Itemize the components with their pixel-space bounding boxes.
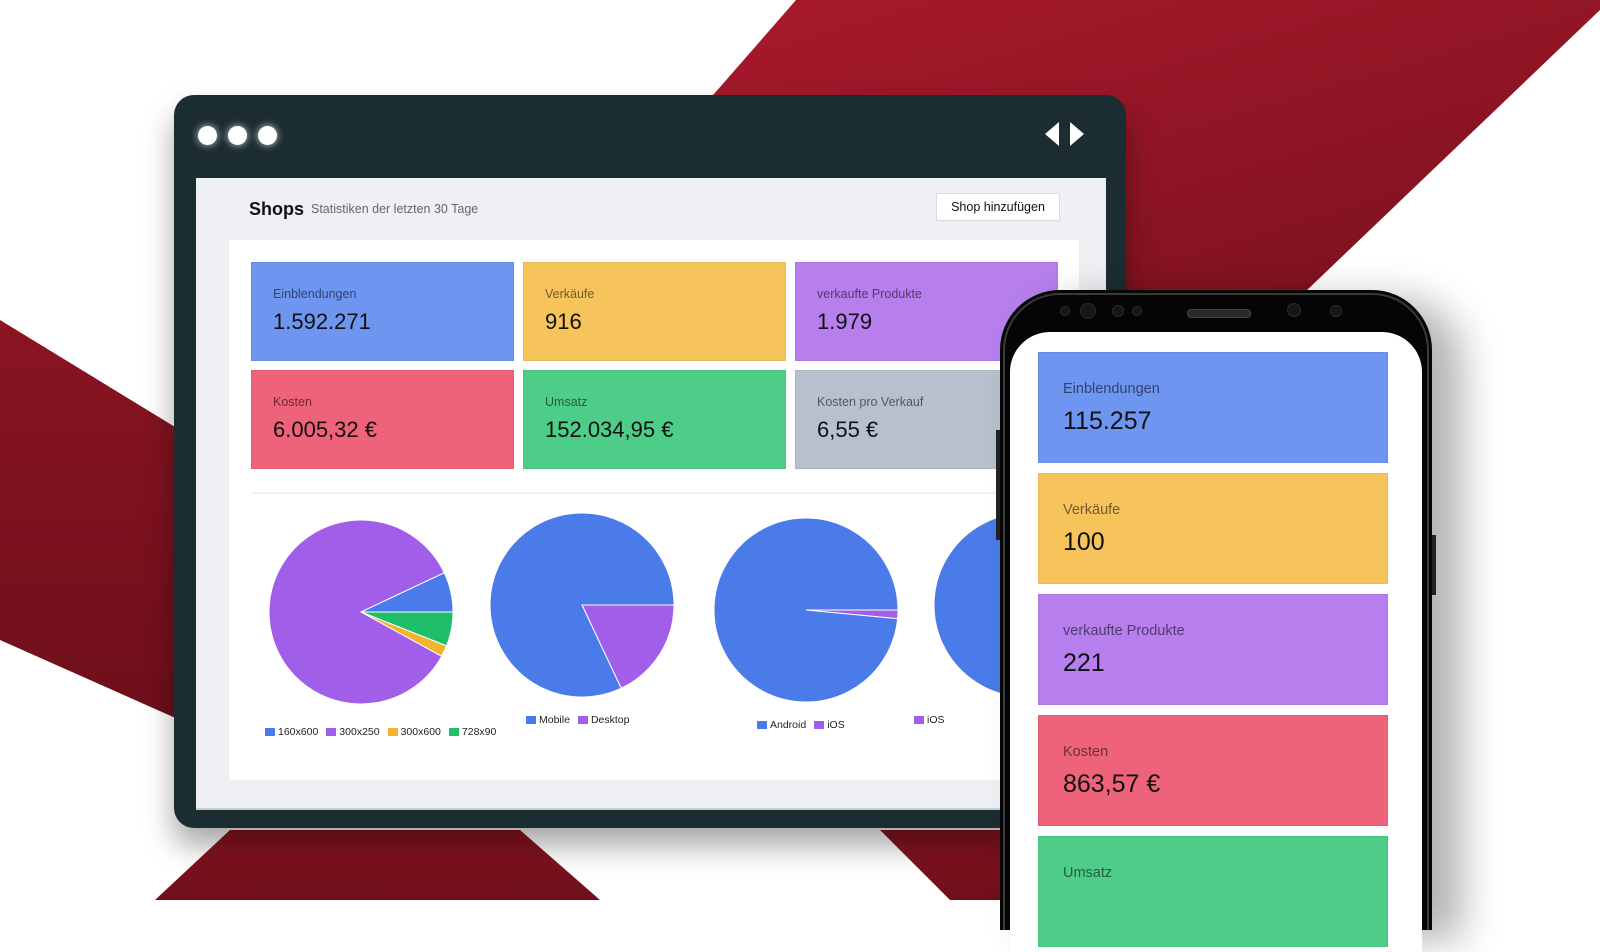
stat-label: Kosten <box>1063 744 1109 760</box>
stat-label: verkaufte Produkte <box>817 287 922 301</box>
stat-tile-sales: Verkäufe 916 <box>523 262 786 361</box>
mobile-stat-tile-sales: Verkäufe 100 <box>1038 473 1388 584</box>
mobile-stat-tile-revenue: Umsatz <box>1038 836 1388 947</box>
stat-tiles: Einblendungen 1.592.271 Verkäufe 916 ver… <box>251 262 1058 469</box>
legend-item[interactable]: Mobile <box>526 714 570 726</box>
divider <box>251 492 1071 494</box>
stat-tile-costs: Kosten 6.005,32 € <box>251 370 514 469</box>
legend-item[interactable]: 728x90 <box>448 726 497 738</box>
front-camera-icon <box>1287 303 1301 317</box>
legend-label: iOS <box>827 719 845 731</box>
stat-value: 916 <box>545 309 582 334</box>
phone-screen: Einblendungen 115.257 Verkäufe 100 verka… <box>1010 332 1422 952</box>
sensor-icon <box>1060 306 1070 316</box>
chart-legend: Mobile Desktop <box>526 714 629 726</box>
stat-value: 6.005,32 € <box>273 417 377 442</box>
pie-chart-devices: Mobile Desktop <box>484 502 684 726</box>
stat-value: 863,57 € <box>1063 770 1161 798</box>
stat-value: 115.257 <box>1063 407 1152 435</box>
stat-tile-impressions: Einblendungen 1.592.271 <box>251 262 514 361</box>
page-subtitle: Statistiken der letzten 30 Tage <box>311 202 479 216</box>
add-shop-button[interactable]: Shop hinzufügen <box>936 193 1060 221</box>
stat-label: Einblendungen <box>1063 381 1160 397</box>
pie-svg <box>489 512 675 698</box>
forward-arrow-icon[interactable] <box>1070 122 1084 146</box>
sensor-icon <box>1112 305 1124 317</box>
stat-label: Einblendungen <box>273 287 357 301</box>
stat-label: verkaufte Produkte <box>1063 623 1185 639</box>
sensor-icon <box>1132 306 1142 316</box>
phone-side-button <box>996 430 1000 540</box>
stat-label: Umsatz <box>1063 865 1113 881</box>
legend-swatch <box>914 716 924 724</box>
legend-label: 728x90 <box>461 726 497 738</box>
legend-item[interactable]: 300x600 <box>387 726 441 738</box>
stat-label: Verkäufe <box>1063 502 1121 518</box>
red-band-bottom-right <box>880 830 1010 900</box>
legend-label: iOS <box>927 714 945 726</box>
mobile-stat-tile-impressions: Einblendungen 115.257 <box>1038 352 1388 463</box>
pie-chart-os: Android iOS <box>707 502 907 731</box>
window-dot-icon[interactable] <box>228 126 247 145</box>
legend-label: Desktop <box>590 714 630 726</box>
speaker-grille <box>1187 309 1251 318</box>
red-band-bottom-left <box>155 830 600 900</box>
chart-legend: 160x600 300x250 300x600 728x90 <box>265 726 496 738</box>
nav-arrows <box>1045 122 1084 146</box>
legend-item[interactable]: Android <box>757 719 806 731</box>
stat-label: Umsatz <box>545 395 588 409</box>
red-band-left <box>0 320 180 720</box>
chart-legend: iOS <box>914 714 945 726</box>
legend-label: 300x250 <box>339 726 380 738</box>
legend-label: 160x600 <box>278 726 319 738</box>
mobile-stat-tile-products-sold: verkaufte Produkte 221 <box>1038 594 1388 705</box>
legend-item[interactable]: Desktop <box>577 714 630 726</box>
legend-item[interactable]: iOS <box>814 719 845 731</box>
window-dot-icon[interactable] <box>258 126 277 145</box>
window-controls <box>198 126 277 145</box>
legend-item[interactable]: 160x600 <box>265 726 318 738</box>
stat-value: 221 <box>1063 649 1105 677</box>
page-title: Shops <box>249 199 305 219</box>
sensor-icon <box>1330 305 1342 317</box>
legend-swatch <box>326 728 337 736</box>
legend-swatch <box>387 728 398 736</box>
stat-value: 1.592.271 <box>273 309 371 334</box>
stats-panel: Einblendungen 1.592.271 Verkäufe 916 ver… <box>229 240 1106 780</box>
stat-value: 152.034,95 € <box>545 417 674 442</box>
chart-legend: Android iOS <box>757 719 845 731</box>
stat-value: 100 <box>1063 528 1105 556</box>
back-arrow-icon[interactable] <box>1045 122 1059 146</box>
phone-power-button <box>1432 535 1436 595</box>
legend-label: Android <box>770 719 807 731</box>
legend-item[interactable]: 300x250 <box>326 726 380 738</box>
legend-swatch <box>526 716 536 724</box>
legend-swatch <box>757 721 767 729</box>
legend-label: Mobile <box>539 714 570 726</box>
legend-item[interactable]: iOS <box>914 714 945 726</box>
mobile-stat-tile-costs: Kosten 863,57 € <box>1038 715 1388 826</box>
stat-tile-revenue: Umsatz 152.034,95 € <box>523 370 786 469</box>
sensor-icon <box>1080 303 1096 319</box>
legend-swatch <box>814 721 825 729</box>
stat-label: Verkäufe <box>545 287 595 301</box>
window-dot-icon[interactable] <box>198 126 217 145</box>
stat-label: Kosten <box>273 395 312 409</box>
pie-svg <box>713 517 899 703</box>
phone-device: Einblendungen 115.257 Verkäufe 100 verka… <box>996 290 1436 952</box>
legend-swatch <box>577 716 588 724</box>
legend-label: 300x600 <box>400 726 441 738</box>
legend-swatch <box>265 728 275 736</box>
pie-chart-ad-formats: 160x600 300x250 300x600 728x90 <box>251 502 496 738</box>
pie-svg <box>268 519 454 705</box>
legend-swatch <box>448 728 459 736</box>
pie-slice-android[interactable] <box>713 517 899 703</box>
browser-viewport: Shops Statistiken der letzten 30 Tage Sh… <box>196 178 1106 810</box>
browser-window: Shops Statistiken der letzten 30 Tage Sh… <box>174 95 1126 828</box>
